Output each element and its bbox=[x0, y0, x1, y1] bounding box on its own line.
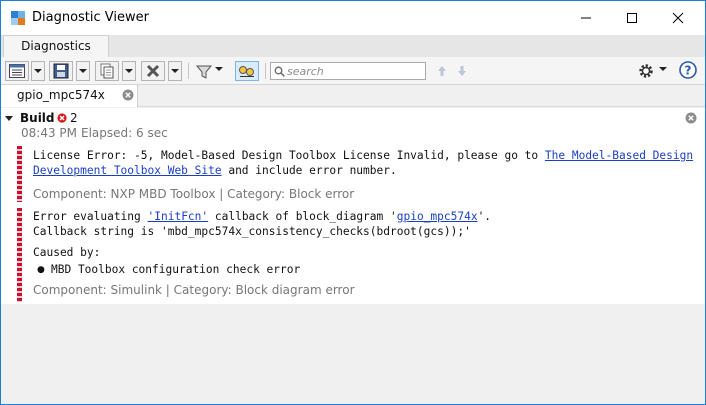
bullet-icon: ● bbox=[37, 265, 45, 275]
build-stage-label[interactable]: Build bbox=[20, 111, 55, 125]
minimize-icon bbox=[581, 17, 591, 19]
previous-match-button[interactable] bbox=[435, 64, 449, 78]
list-view-icon bbox=[9, 64, 25, 78]
message-line: Development Toolbox Web Site and include… bbox=[33, 164, 397, 177]
message-line: Error evaluating 'InitFcn' callback of b… bbox=[33, 210, 492, 223]
message-component: Component: NXP MBD Toolbox | Category: B… bbox=[33, 187, 355, 201]
document-tab-strip: gpio_mpc574x bbox=[1, 85, 705, 107]
caused-by-label: Caused by: bbox=[33, 246, 101, 259]
toolbar-divider bbox=[265, 63, 266, 79]
collapse-triangle-icon[interactable] bbox=[5, 116, 13, 121]
build-elapsed: Elapsed: 6 sec bbox=[81, 126, 168, 140]
chevron-down-icon bbox=[79, 69, 87, 73]
settings-dropdown[interactable] bbox=[659, 67, 667, 71]
copy-dropdown[interactable] bbox=[122, 61, 136, 81]
search-input[interactable] bbox=[287, 64, 423, 78]
search-box[interactable] bbox=[270, 62, 426, 80]
copy-button[interactable] bbox=[95, 61, 119, 81]
model-link[interactable]: gpio_mpc574x bbox=[397, 210, 478, 223]
copy-icon bbox=[100, 63, 114, 79]
tab-gpio-mpc574x[interactable]: gpio_mpc574x bbox=[1, 85, 138, 107]
diagnostic-viewer-window: Diagnostic Viewer Diagnostics search ? g… bbox=[0, 0, 706, 405]
arrow-up-icon bbox=[438, 66, 446, 76]
error-stripe bbox=[17, 208, 22, 302]
chevron-down-icon bbox=[659, 67, 667, 71]
error-message-initfcn: Error evaluating 'InitFcn' callback of b… bbox=[17, 208, 697, 302]
close-button[interactable] bbox=[655, 1, 701, 35]
diagnostics-content: Build 2 08:43 PM Elapsed: 6 sec License … bbox=[1, 108, 705, 304]
filter-dropdown[interactable] bbox=[215, 67, 223, 71]
help-icon: ? bbox=[679, 61, 697, 79]
clear-message-icon[interactable] bbox=[685, 112, 697, 124]
save-dropdown[interactable] bbox=[76, 61, 90, 81]
message-line: Callback string is 'mbd_mpc574x_consiste… bbox=[33, 225, 471, 238]
clear-dropdown[interactable] bbox=[168, 61, 182, 81]
build-time: 08:43 PM bbox=[21, 126, 77, 140]
toolbar: ? bbox=[1, 57, 705, 85]
highlight-icon bbox=[239, 66, 254, 77]
message-line: License Error: -5, Model-Based Design To… bbox=[33, 149, 694, 162]
view-dropdown[interactable] bbox=[31, 61, 45, 81]
initfcn-link[interactable]: 'InitFcn' bbox=[148, 210, 209, 223]
mbd-toolbox-link[interactable]: Development Toolbox Web Site bbox=[33, 164, 222, 177]
svg-text:?: ? bbox=[685, 63, 692, 77]
window-title: Diagnostic Viewer bbox=[32, 10, 149, 25]
arrow-down-icon bbox=[458, 66, 466, 76]
title-bar: Diagnostic Viewer bbox=[1, 1, 705, 35]
save-icon bbox=[53, 63, 69, 79]
close-icon bbox=[672, 12, 684, 24]
close-tab-icon[interactable] bbox=[122, 89, 134, 101]
matlab-app-icon bbox=[11, 11, 25, 25]
mbd-toolbox-link[interactable]: The Model-Based Design bbox=[545, 149, 693, 162]
maximize-icon bbox=[627, 13, 637, 23]
tab-diagnostics[interactable]: Diagnostics bbox=[3, 35, 109, 57]
filter-icon bbox=[195, 65, 213, 79]
chevron-down-icon bbox=[171, 69, 179, 73]
clear-button[interactable] bbox=[141, 61, 165, 81]
cause-item: MBD Toolbox configuration check error bbox=[51, 263, 301, 276]
error-count: 2 bbox=[70, 111, 78, 125]
chevron-down-icon bbox=[215, 67, 223, 71]
minimize-button[interactable] bbox=[563, 1, 609, 35]
message-component: Component: Simulink | Category: Block di… bbox=[33, 283, 355, 297]
empty-panel-area bbox=[1, 304, 705, 404]
view-button[interactable] bbox=[5, 61, 29, 81]
error-icon bbox=[57, 113, 67, 123]
chevron-down-icon bbox=[125, 69, 133, 73]
next-match-button[interactable] bbox=[455, 64, 469, 78]
chevron-down-icon bbox=[34, 69, 42, 73]
settings-button[interactable] bbox=[637, 62, 655, 80]
search-icon bbox=[274, 66, 285, 77]
toolbar-divider bbox=[188, 63, 189, 79]
error-stripe bbox=[17, 146, 22, 202]
maximize-button[interactable] bbox=[609, 1, 655, 35]
save-button[interactable] bbox=[49, 61, 73, 81]
help-button[interactable]: ? bbox=[679, 61, 697, 79]
gear-icon bbox=[639, 64, 653, 78]
error-message-license: License Error: -5, Model-Based Design To… bbox=[17, 146, 697, 202]
highlight-toggle-button[interactable] bbox=[235, 61, 259, 81]
filter-button[interactable] bbox=[195, 63, 213, 81]
ribbon-tab-strip: Diagnostics bbox=[1, 35, 705, 57]
tab-label: gpio_mpc574x bbox=[17, 88, 105, 102]
clear-x-icon bbox=[146, 64, 160, 78]
